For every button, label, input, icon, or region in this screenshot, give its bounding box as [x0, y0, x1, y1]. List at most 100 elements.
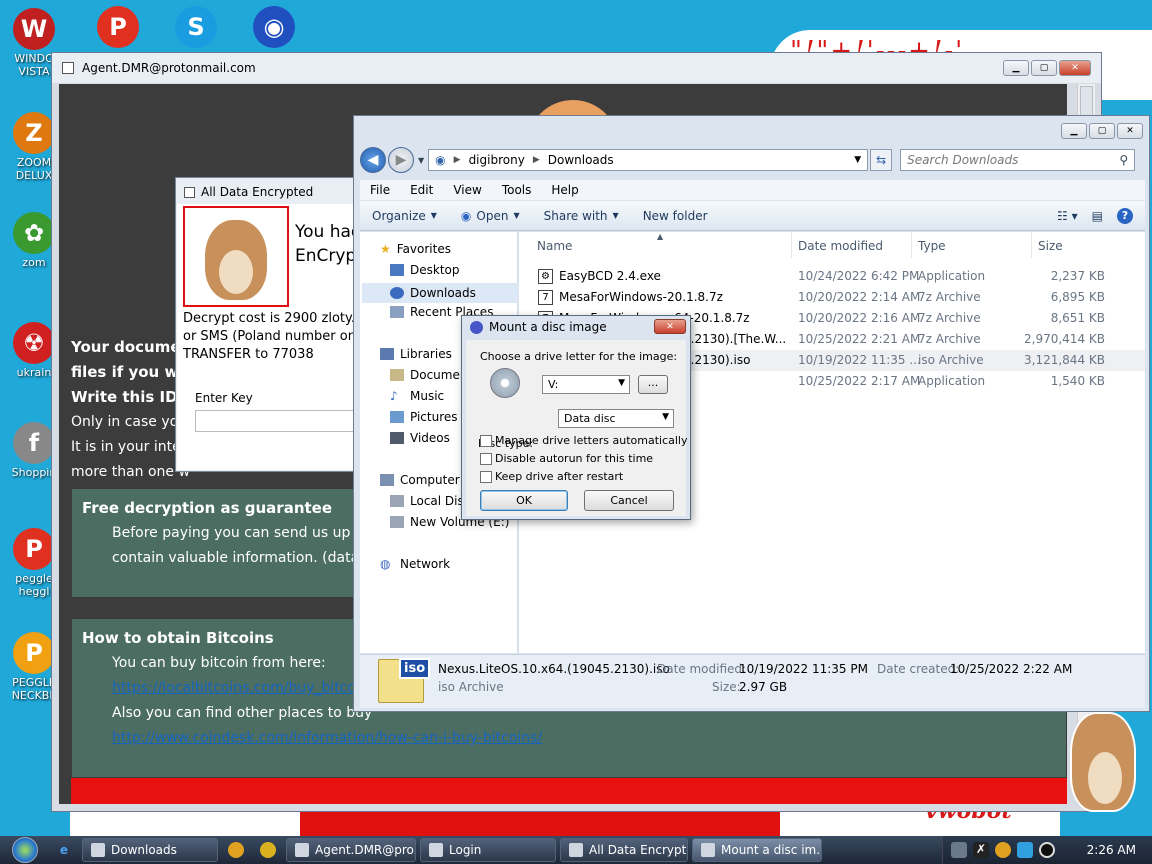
breadcrumb-downloads[interactable]: Downloads: [548, 153, 614, 167]
disable-autorun-checkbox[interactable]: Disable autorun for this time: [480, 452, 653, 465]
manage-drive-letters-checkbox[interactable]: Manage drive letters automatically: [480, 434, 687, 447]
menu-help[interactable]: Help: [541, 180, 588, 200]
ransom-line-6: more than one w: [71, 464, 190, 480]
file-size: 1,540 KB: [1050, 374, 1105, 388]
open-button[interactable]: ◉ Open ▼: [449, 209, 532, 223]
checkbox-box[interactable]: [480, 452, 492, 465]
ok-button[interactable]: OK: [480, 490, 568, 511]
column-name[interactable]: Name: [537, 239, 572, 253]
column-type[interactable]: Type: [918, 239, 946, 253]
column-separator[interactable]: [1031, 232, 1032, 258]
organize-button[interactable]: Organize ▼: [360, 209, 449, 223]
checkbox-box[interactable]: [480, 434, 492, 447]
nav-videos[interactable]: Videos: [390, 431, 450, 445]
history-dropdown-icon[interactable]: ▼: [418, 156, 424, 165]
menu-edit[interactable]: Edit: [400, 180, 443, 200]
column-separator[interactable]: [791, 232, 792, 258]
enter-key-input[interactable]: [195, 410, 363, 432]
skype-shortcut[interactable]: S: [166, 6, 226, 50]
nav-favorites-label: Favorites: [396, 242, 451, 256]
share-with-button[interactable]: Share with ▼: [532, 209, 631, 223]
window-icon: [91, 843, 105, 857]
clock[interactable]: 2:26 AM: [1087, 843, 1136, 857]
new-folder-button[interactable]: New folder: [631, 209, 720, 223]
nav-network[interactable]: ◍ Network: [380, 557, 450, 571]
nav-downloads[interactable]: Downloads: [362, 283, 518, 303]
maximize-icon[interactable]: ▢: [1031, 60, 1057, 76]
close-icon[interactable]: ✕: [1117, 123, 1143, 139]
drive-letter-select[interactable]: V: ▼: [542, 375, 630, 394]
peggle-top-shortcut[interactable]: P: [88, 6, 148, 50]
taskbar-mount[interactable]: Mount a disc im...: [692, 838, 822, 862]
localbitcoins-link[interactable]: https://localbitcoins.com/buy_bitcoins: [112, 680, 376, 696]
column-size[interactable]: Size: [1038, 239, 1063, 253]
close-icon[interactable]: ✕: [1059, 60, 1091, 76]
nav-desktop[interactable]: Desktop: [390, 263, 460, 277]
tray-app2-icon[interactable]: [995, 842, 1011, 858]
refresh-icon[interactable]: ⇆: [870, 149, 893, 171]
disc-type-select[interactable]: Data disc ▼: [558, 409, 674, 428]
file-row[interactable]: 7 MesaForWindows-20.1.8.7z 10/20/2022 2:14…: [519, 287, 1145, 308]
back-arrow-icon[interactable]: ◀: [360, 147, 386, 173]
hard-drive-icon: [390, 495, 404, 507]
maximize-icon[interactable]: ▢: [1089, 123, 1115, 139]
taskbar-agent[interactable]: Agent.DMR@pro...: [286, 838, 416, 862]
ransom-titlebar[interactable]: Agent.DMR@protonmail.com: [52, 53, 1101, 83]
breadcrumb-user[interactable]: digibrony: [469, 153, 525, 167]
media-player-icon[interactable]: [224, 840, 248, 860]
address-bar[interactable]: ◉ ▶ digibrony ▶ Downloads ▼: [428, 149, 869, 171]
tray-app3-icon[interactable]: [1039, 842, 1055, 858]
scroll-thumb[interactable]: [1080, 86, 1093, 116]
tray-tools-icon[interactable]: ✗: [973, 842, 989, 858]
address-dropdown-icon[interactable]: ▼: [854, 155, 861, 165]
close-icon[interactable]: ✕: [654, 319, 686, 334]
coindesk-link[interactable]: http://www.coindesk.com/information/how-…: [112, 730, 542, 746]
ade-titlebar[interactable]: All Data Encrypted: [176, 178, 364, 206]
globe-shortcut[interactable]: ◉: [244, 6, 304, 50]
start-button[interactable]: [0, 836, 50, 864]
cancel-button[interactable]: Cancel: [584, 490, 674, 511]
browse-button[interactable]: ...: [638, 375, 668, 394]
internet-explorer-icon[interactable]: e: [52, 840, 76, 860]
details-size-value: 2.97 GB: [739, 680, 788, 694]
forward-arrow-icon[interactable]: ▶: [388, 147, 414, 173]
nav-favorites[interactable]: ★ Favorites: [380, 242, 451, 256]
nav-desktop-label: Desktop: [410, 263, 460, 277]
nav-documents-label: Documen: [410, 368, 468, 382]
search-icon[interactable]: ⚲: [1119, 153, 1128, 167]
column-separator[interactable]: [911, 232, 912, 258]
nav-pictures[interactable]: Pictures: [390, 410, 458, 424]
checkbox-box[interactable]: [480, 470, 492, 483]
mount-disc-image-dialog[interactable]: Mount a disc image ✕ Choose a drive lett…: [461, 315, 691, 520]
windows-orb-icon: [12, 837, 38, 863]
all-data-encrypted-window[interactable]: All Data Encrypted You had EnCrypt Decry…: [175, 177, 365, 472]
nav-libraries[interactable]: Libraries: [380, 347, 452, 361]
menu-view[interactable]: View: [443, 180, 491, 200]
search-input[interactable]: Search Downloads ⚲: [900, 149, 1136, 171]
view-options-icon[interactable]: ☷ ▾: [1057, 209, 1078, 223]
taskbar-login[interactable]: Login: [420, 838, 556, 862]
file-name: EasyBCD 2.4.exe: [559, 269, 661, 283]
keep-drive-checkbox[interactable]: Keep drive after restart: [480, 470, 623, 483]
hamster-figure: [205, 220, 267, 300]
help-icon[interactable]: ?: [1117, 207, 1133, 224]
preview-pane-icon[interactable]: ▤: [1092, 209, 1103, 223]
nav-documents[interactable]: Documen: [390, 368, 467, 382]
taskbar-all-data-encrypted[interactable]: All Data Encrypted: [560, 838, 688, 862]
minimize-icon[interactable]: ▁: [1061, 123, 1087, 139]
file-row[interactable]: ⚙ EasyBCD 2.4.exe 10/24/2022 6:42 PM Applic…: [519, 266, 1145, 287]
minimize-icon[interactable]: ▁: [1003, 60, 1029, 76]
details-created-label: Date created:: [877, 662, 960, 676]
file-type: Application: [918, 269, 986, 283]
column-date-modified[interactable]: Date modified: [798, 239, 883, 253]
downloads-icon: [390, 287, 404, 299]
chrome-icon[interactable]: [256, 840, 280, 860]
menu-file[interactable]: File: [360, 180, 400, 200]
tray-network-icon[interactable]: [1017, 842, 1033, 858]
nav-computer[interactable]: Computer: [380, 473, 460, 487]
menu-tools[interactable]: Tools: [492, 180, 542, 200]
nav-local-disk[interactable]: Local Disk: [390, 494, 471, 508]
nav-music[interactable]: ♪ Music: [390, 389, 444, 403]
taskbar-downloads[interactable]: Downloads: [82, 838, 218, 862]
tray-app-icon[interactable]: [951, 842, 967, 858]
